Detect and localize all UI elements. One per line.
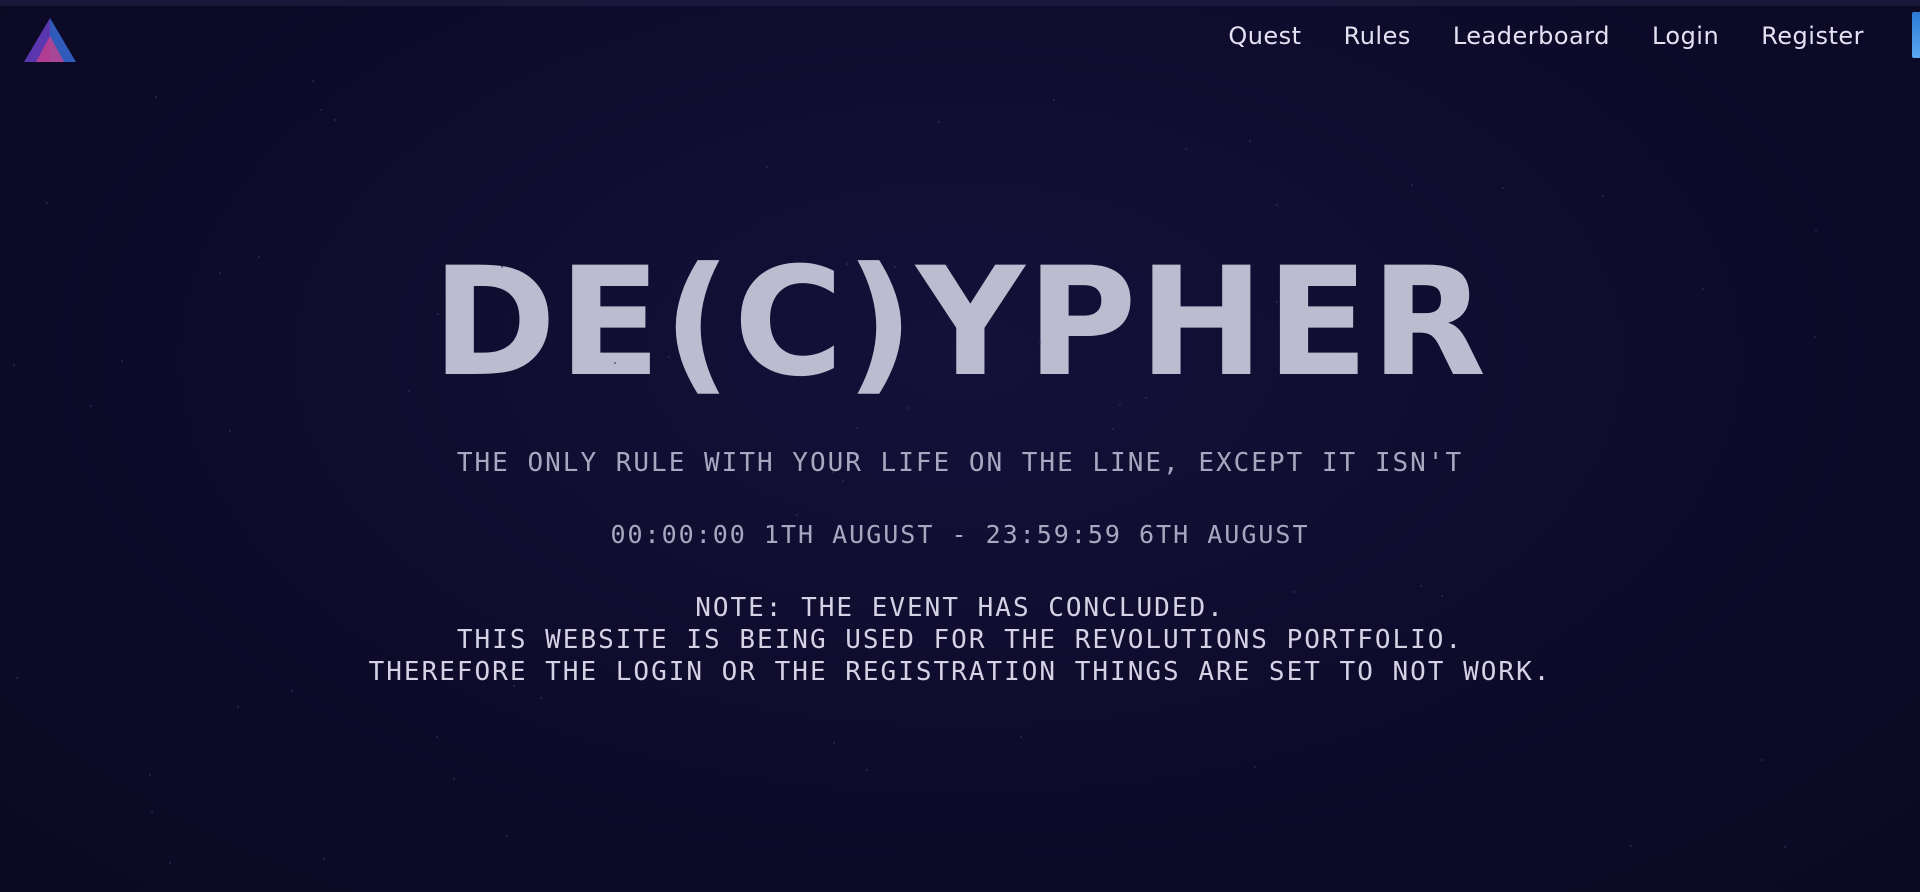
background-speck [938,121,940,123]
background-speck [436,736,438,738]
background-speck [1420,585,1422,587]
background-speck [1303,662,1305,664]
edge-accent [1912,12,1920,58]
background-speck [513,685,515,687]
background-speck [1039,341,1041,343]
background-speck [1249,140,1251,142]
background-speck [149,774,151,776]
background-speck [1814,336,1816,338]
background-speck [614,362,616,364]
background-speck [531,465,533,467]
background-speck [408,390,410,392]
nav-quest[interactable]: Quest [1226,18,1303,54]
background-speck [1761,759,1763,761]
background-speck [1815,229,1817,231]
background-speck [947,265,949,267]
background-speck [13,364,15,366]
background-speck [219,272,221,274]
background-speck [1343,631,1345,633]
background-speck [334,119,336,121]
background-speck [155,96,157,98]
background-speck [908,407,910,409]
background-speck [540,697,542,699]
background-speck [1276,301,1278,303]
background-speck [501,266,503,268]
background-speck [766,166,768,168]
background-speck [151,811,153,813]
background-speck [1276,204,1278,206]
background-speck [668,356,670,358]
background-speck [1441,595,1443,597]
background-speck [1293,591,1295,593]
background-speck [832,471,834,473]
background-speck [1119,404,1121,406]
background-speck [312,80,314,82]
background-speck [1502,187,1504,189]
notice-line: THIS WEBSITE IS BEING USED FOR THE REVOL… [456,625,1464,655]
background-speck [931,523,933,525]
landing-page: Quest Rules Leaderboard Login Register D… [0,0,1920,892]
background-speck [258,256,260,258]
background-speck [1116,450,1118,452]
background-speck [1702,288,1704,290]
background-speck [846,263,848,265]
background-speck [855,151,857,153]
background-speck [121,360,123,362]
background-speck [1254,766,1256,768]
background-speck [856,427,858,429]
background-speck [1145,397,1147,399]
conclusion-notice: NOTE: THE EVENT HAS CONCLUDED. THIS WEBS… [0,592,1920,688]
background-speck [1602,195,1604,197]
background-speck [796,514,798,516]
nav-register[interactable]: Register [1759,18,1866,54]
background-speck [90,405,92,407]
background-speck [291,690,293,692]
top-border [0,0,1920,6]
background-speck [1784,846,1786,848]
background-speck [1411,184,1413,186]
background-speck [237,706,239,708]
background-speck [229,430,231,432]
nav-login[interactable]: Login [1650,18,1721,54]
background-speck [1064,464,1066,466]
background-speck [833,742,835,744]
background-speck [1112,428,1114,430]
main-nav: Quest Rules Leaderboard Login Register [1226,18,1866,54]
notice-line: THEREFORE THE LOGIN OR THE REGISTRATION … [368,657,1552,687]
event-dates: 00:00:00 1TH AUGUST - 23:59:59 6TH AUGUS… [610,520,1310,549]
nav-leaderboard[interactable]: Leaderboard [1451,18,1612,54]
background-speck [1630,845,1632,847]
background-speck [169,862,171,864]
background-speck [1185,148,1187,150]
background-speck [842,480,844,482]
nav-rules[interactable]: Rules [1342,18,1413,54]
background-speck [437,313,439,315]
background-speck [1020,736,1022,738]
background-speck [866,769,868,771]
page-title: DE(C)YPHER [431,236,1489,410]
background-speck [323,858,325,860]
background-speck [506,835,508,837]
triangle-logo-icon[interactable] [18,14,82,66]
background-speck [894,266,896,268]
notice-line: NOTE: THE EVENT HAS CONCLUDED. [695,593,1225,623]
background-speck [1053,99,1055,101]
background-speck [453,778,455,780]
tagline: THE ONLY RULE WITH YOUR LIFE ON THE LINE… [456,448,1464,478]
background-speck [320,109,322,111]
background-speck [46,202,48,204]
background-speck [16,677,18,679]
